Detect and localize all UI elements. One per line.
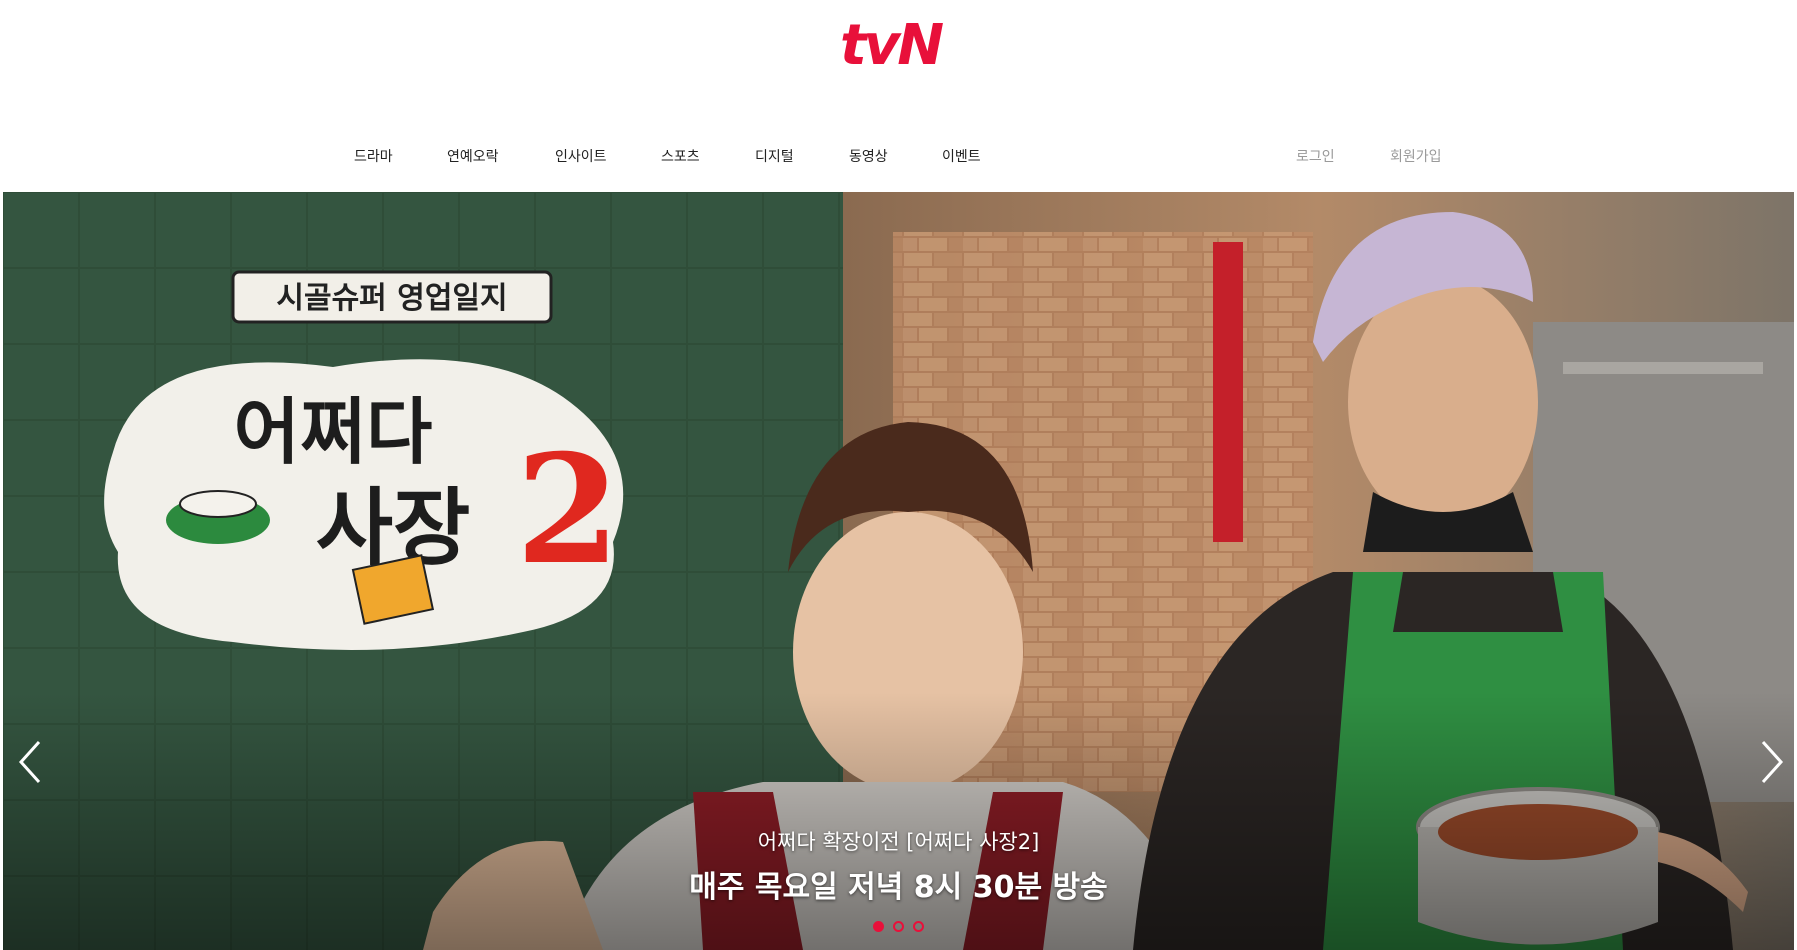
svg-text:어쩌다: 어쩌다 xyxy=(234,389,433,474)
hero-caption-main: 매주 목요일 저녁 8시 30분 방송 xyxy=(689,870,1108,905)
red-curtain xyxy=(1213,242,1243,542)
nav-item-event[interactable]: 이벤트 xyxy=(942,146,981,166)
nav-item-insight[interactable]: 인사이트 xyxy=(555,146,607,166)
signup-link[interactable]: 회원가입 xyxy=(1390,146,1442,166)
nav-item-sports[interactable]: 스포츠 xyxy=(661,146,700,166)
chevron-left-icon xyxy=(18,740,41,784)
login-link[interactable]: 로그인 xyxy=(1296,146,1335,166)
site-header: tvN 드라마 연예오락 인사이트 스포츠 디지털 동영상 이벤트 로그인 회원… xyxy=(0,0,1797,192)
nav-item-digital[interactable]: 디지털 xyxy=(755,146,794,166)
next-slide-button[interactable] xyxy=(1751,737,1791,787)
slide-dot-1[interactable] xyxy=(873,921,884,932)
nav-item-video[interactable]: 동영상 xyxy=(849,146,888,166)
chevron-right-icon xyxy=(1761,740,1784,784)
nav-item-entertainment[interactable]: 연예오락 xyxy=(447,146,499,166)
slide-pagination xyxy=(873,921,933,935)
tvn-logo[interactable]: tvN xyxy=(840,14,944,78)
prev-slide-button[interactable] xyxy=(11,737,51,787)
svg-text:2: 2 xyxy=(516,422,620,598)
slide-dot-2[interactable] xyxy=(893,921,904,932)
main-navigation: 드라마 연예오락 인사이트 스포츠 디지털 동영상 이벤트 xyxy=(0,146,1797,170)
nav-item-drama[interactable]: 드라마 xyxy=(354,146,393,166)
slide-dot-3[interactable] xyxy=(913,921,924,932)
page: tvN 드라마 연예오락 인사이트 스포츠 디지털 동영상 이벤트 로그인 회원… xyxy=(0,0,1797,950)
svg-text:시골슈퍼 영업일지: 시골슈퍼 영업일지 xyxy=(276,281,507,316)
hero-caption-sub: 어쩌다 확장이전 [어쩌다 사장2] xyxy=(757,830,1040,854)
